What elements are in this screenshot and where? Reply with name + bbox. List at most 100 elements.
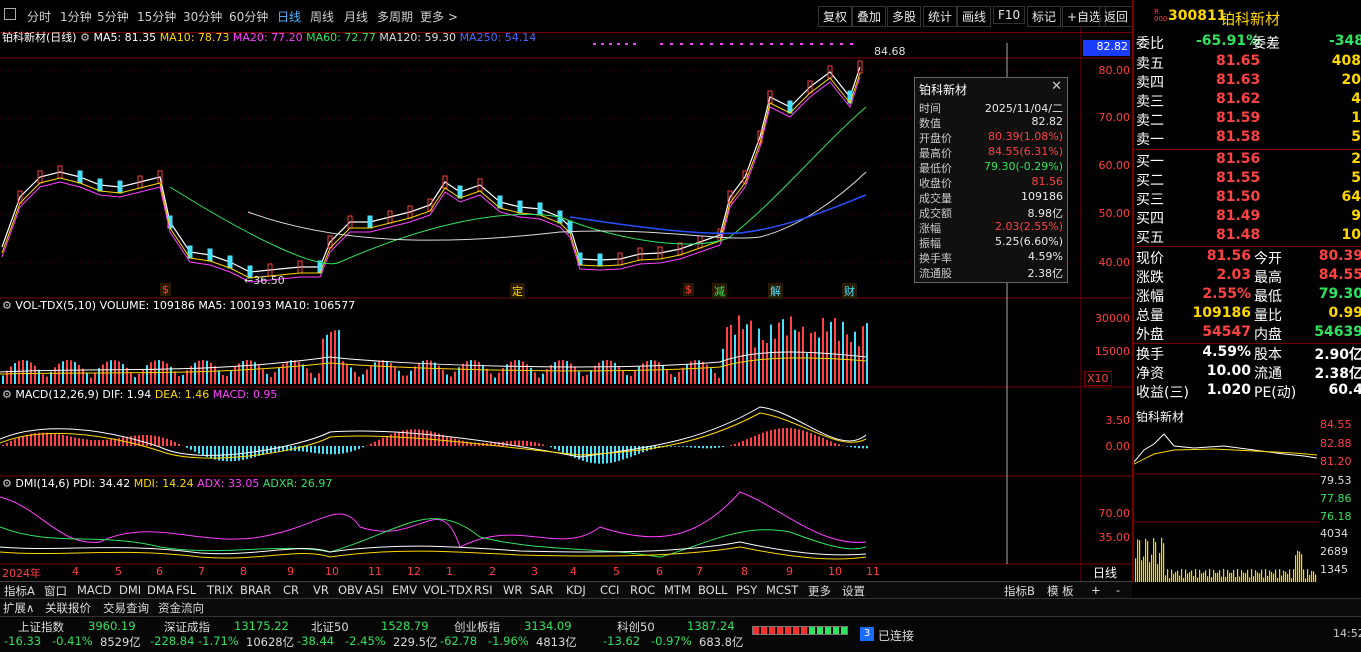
indicator-tab[interactable]: 窗口 bbox=[44, 583, 67, 599]
gear-icon[interactable]: ⚙ bbox=[80, 31, 90, 44]
tooltip-key: 最高价 bbox=[919, 147, 952, 160]
gear-icon[interactable]: ⚙ bbox=[2, 477, 12, 490]
indicator-tab[interactable]: VOL-TDX bbox=[423, 583, 473, 597]
gear-icon[interactable]: ⚙ bbox=[2, 388, 12, 401]
indicator-tab[interactable]: EMV bbox=[392, 583, 417, 597]
mini-vol-axis-label: 1345 bbox=[1320, 563, 1348, 576]
mini-intraday-chart[interactable] bbox=[1134, 422, 1319, 582]
extension-tab[interactable]: 资金流向 bbox=[158, 600, 204, 616]
event-marker[interactable]: $ bbox=[160, 283, 171, 296]
index-name[interactable]: 创业板指 bbox=[454, 619, 500, 635]
indicator-tab[interactable]: PSY bbox=[736, 583, 757, 597]
toolbar-button-2[interactable]: 多股 bbox=[887, 6, 922, 27]
x-axis-label: 6 bbox=[656, 565, 663, 578]
period-tab-2[interactable]: 5分钟 bbox=[97, 8, 129, 25]
indicator-tab[interactable]: TRIX bbox=[207, 583, 233, 597]
x-axis-label: 3 bbox=[531, 565, 538, 578]
indicator-tab[interactable]: ROC bbox=[630, 583, 655, 597]
period-tab-7[interactable]: 周线 bbox=[310, 8, 334, 25]
indicator-tab[interactable]: RSI bbox=[474, 583, 493, 597]
tooltip-key: 成交额 bbox=[919, 207, 952, 220]
indicator-tab[interactable]: MACD bbox=[77, 583, 111, 597]
tooltip-key: 最低价 bbox=[919, 162, 952, 175]
indicator-tab[interactable]: MCST bbox=[766, 583, 798, 597]
mini-vol-axis-label: 2689 bbox=[1320, 545, 1348, 558]
menu-icon[interactable] bbox=[4, 8, 16, 20]
fundamental-row: 换手 4.59% 股本 2.90亿 bbox=[1134, 344, 1361, 363]
x-axis-label: 7 bbox=[198, 565, 205, 578]
period-tab-1[interactable]: 1分钟 bbox=[60, 8, 92, 25]
extension-tabs: 扩展∧ 关联报价 交易查询 资金流向 bbox=[0, 598, 1361, 616]
indicator-tab[interactable]: WR bbox=[503, 583, 522, 597]
indicator-tab[interactable]: BRAR bbox=[240, 583, 271, 597]
extension-tab[interactable]: 扩展∧ bbox=[3, 600, 34, 616]
period-tab-4[interactable]: 30分钟 bbox=[183, 8, 222, 25]
template-tab[interactable]: 模 板 bbox=[1047, 583, 1074, 599]
indicator-axis-label: 0.00 bbox=[1105, 440, 1131, 453]
vol-legend: ⚙ VOL-TDX(5,10) VOLUME: 109186 MA5: 1001… bbox=[2, 299, 355, 312]
index-name[interactable]: 科创50 bbox=[617, 619, 655, 635]
x-axis-label: 2024年 bbox=[2, 567, 41, 580]
stat-label: 今开 bbox=[1254, 251, 1282, 267]
event-marker[interactable]: 定 bbox=[510, 283, 525, 299]
template-tab[interactable]: 指标B bbox=[1004, 583, 1035, 599]
extension-tab[interactable]: 关联报价 bbox=[45, 600, 91, 616]
toolbar-button-3[interactable]: 统计 bbox=[923, 6, 958, 27]
event-marker[interactable]: 财 bbox=[842, 283, 857, 299]
dmi-title: DMI(14,6) bbox=[15, 477, 70, 490]
ask-volume: 4 bbox=[1351, 91, 1361, 107]
period-tab-6[interactable]: 日线 bbox=[277, 8, 301, 25]
connection-badge[interactable]: 3 bbox=[860, 627, 874, 641]
stock-name: 铂科新材 bbox=[1220, 10, 1281, 28]
index-name[interactable]: 上证指数 bbox=[18, 619, 64, 635]
indicator-tab[interactable]: DMA bbox=[147, 583, 174, 597]
indicator-tab[interactable]: CR bbox=[283, 583, 299, 597]
indicator-tab[interactable]: DMI bbox=[119, 583, 141, 597]
toolbar-button-0[interactable]: 复权 bbox=[818, 6, 853, 27]
event-marker[interactable]: 解 bbox=[768, 283, 783, 299]
macd-legend: ⚙ MACD(12,26,9) DIF: 1.94 DEA: 1.46 MACD… bbox=[2, 388, 277, 401]
indicator-tab[interactable]: SAR bbox=[530, 583, 553, 597]
x-axis-label: 6 bbox=[156, 565, 163, 578]
indicator-tab[interactable]: 设置 bbox=[842, 583, 865, 599]
period-tab-8[interactable]: 月线 bbox=[344, 8, 368, 25]
bid-label: 买二 bbox=[1136, 173, 1164, 189]
indicator-tab[interactable]: CCI bbox=[600, 583, 619, 597]
ask-label: 卖五 bbox=[1136, 56, 1164, 72]
index-change: -228.84 bbox=[150, 634, 195, 648]
template-tab[interactable]: - bbox=[1116, 583, 1120, 597]
period-tab-5[interactable]: 60分钟 bbox=[229, 8, 268, 25]
indicator-tab[interactable]: KDJ bbox=[566, 583, 586, 597]
event-marker[interactable]: 减 bbox=[712, 283, 727, 299]
period-tab-9[interactable]: 多周期 bbox=[377, 8, 413, 25]
period-tab-10[interactable]: 更多 > bbox=[420, 8, 458, 25]
tooltip-key: 成交量 bbox=[919, 192, 952, 205]
indicator-tab[interactable]: 指标A bbox=[4, 583, 35, 599]
indicator-tab[interactable]: 更多 bbox=[808, 583, 831, 599]
event-marker[interactable]: $ bbox=[683, 283, 694, 296]
indicator-tab[interactable]: MTM bbox=[664, 583, 691, 597]
template-tab[interactable]: + bbox=[1091, 583, 1101, 597]
toolbar-button-1[interactable]: 叠加 bbox=[852, 6, 887, 27]
ask-volume: 408 bbox=[1331, 53, 1361, 69]
indicator-tab[interactable]: BOLL bbox=[698, 583, 728, 597]
bid-row: 买三 81.50 64 bbox=[1134, 189, 1361, 208]
indicator-tab[interactable]: FSL bbox=[176, 583, 196, 597]
toolbar-button-6[interactable]: 标记 bbox=[1027, 6, 1062, 27]
close-icon[interactable]: ✕ bbox=[1051, 79, 1062, 94]
period-tab-0[interactable]: 分时 bbox=[27, 8, 51, 25]
stat-row: 涨幅 2.55% 最低 79.30 bbox=[1134, 286, 1361, 305]
gear-icon[interactable]: ⚙ bbox=[2, 299, 12, 312]
indicator-tab[interactable]: ASI bbox=[365, 583, 384, 597]
indicator-axis-label: 35.00 bbox=[1098, 531, 1131, 544]
extension-tab[interactable]: 交易查询 bbox=[103, 600, 149, 616]
toolbar-button-5[interactable]: F10 bbox=[993, 6, 1026, 24]
ask-volume: 1 bbox=[1351, 110, 1361, 126]
toolbar-button-8[interactable]: 返回 bbox=[1099, 6, 1134, 27]
toolbar-button-4[interactable]: 画线 bbox=[957, 6, 992, 27]
index-name[interactable]: 深证成指 bbox=[164, 619, 210, 635]
indicator-tab[interactable]: OBV bbox=[338, 583, 362, 597]
index-name[interactable]: 北证50 bbox=[311, 619, 349, 635]
period-tab-3[interactable]: 15分钟 bbox=[137, 8, 176, 25]
indicator-tab[interactable]: VR bbox=[313, 583, 329, 597]
